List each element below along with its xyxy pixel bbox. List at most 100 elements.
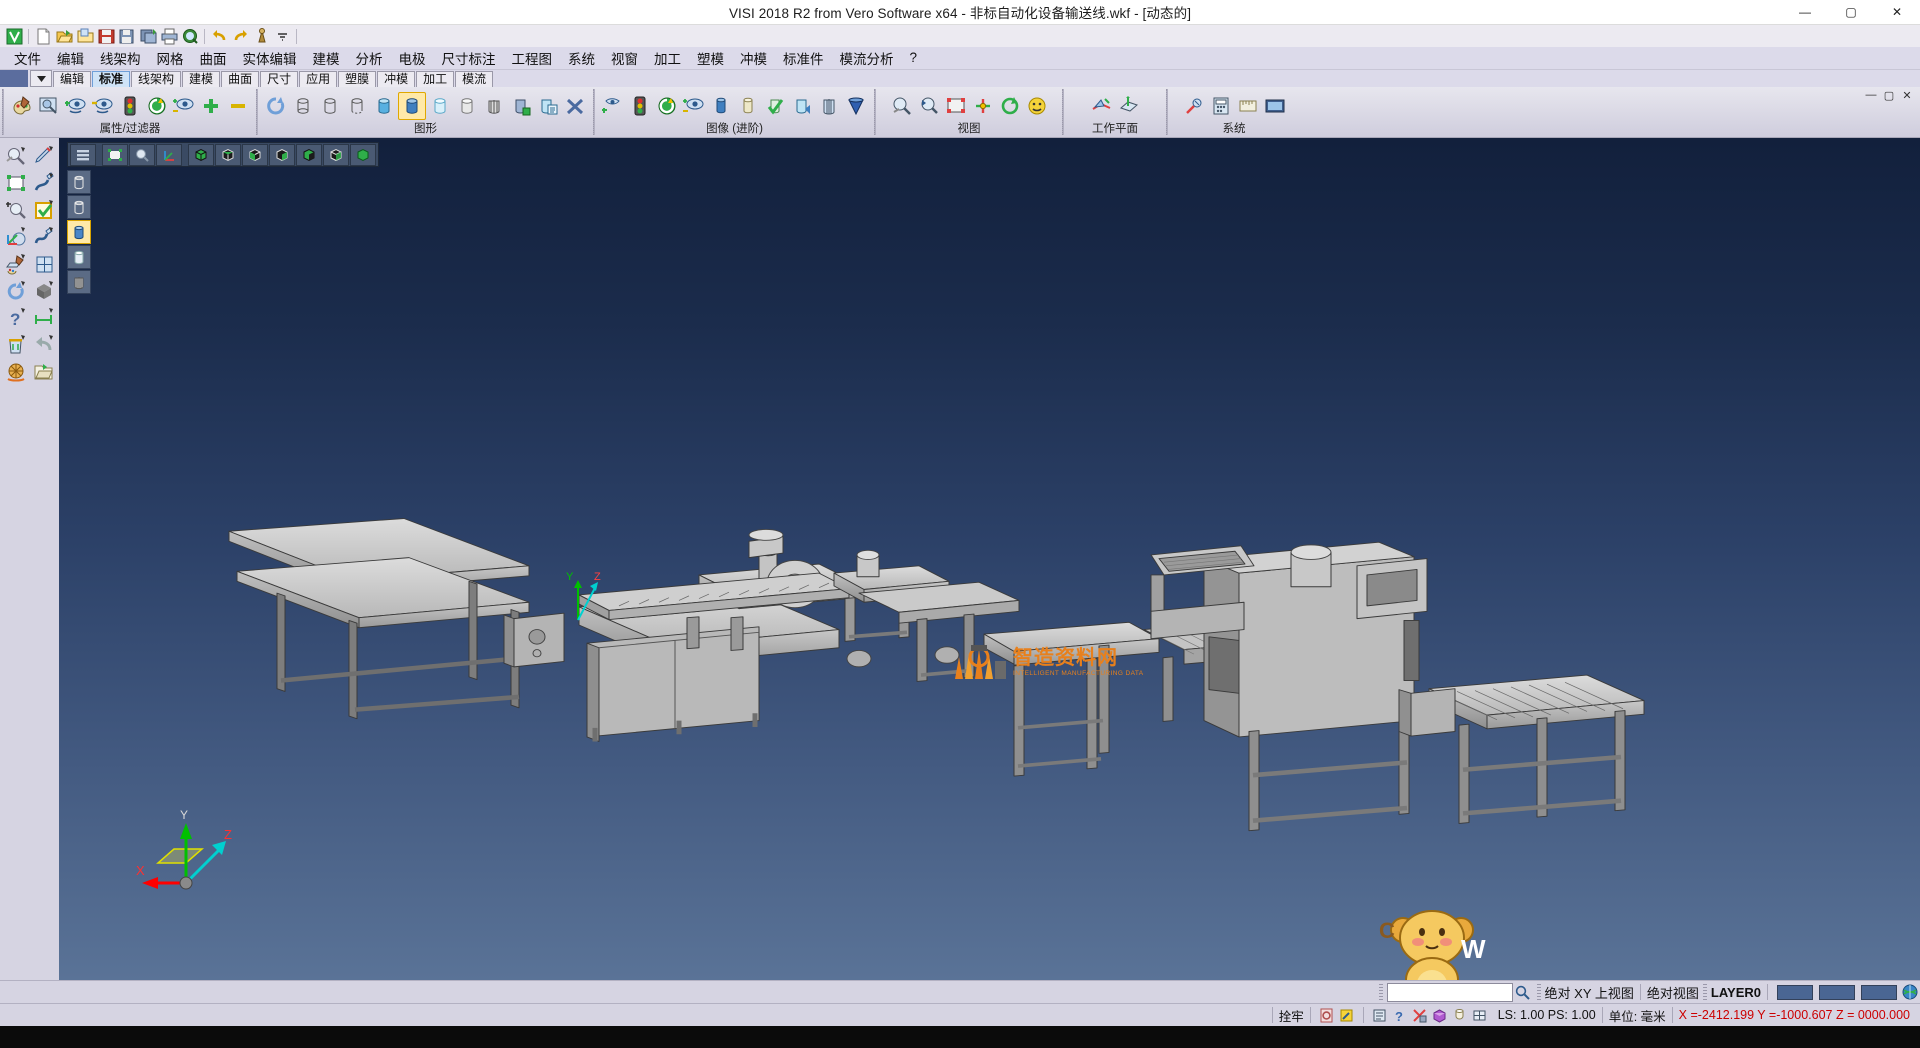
workplane-manage-icon[interactable] (1116, 93, 1142, 119)
workplane-define-icon[interactable] (1089, 93, 1115, 119)
hidden-line-icon[interactable] (317, 93, 343, 119)
shaded-edges-icon[interactable] (398, 92, 426, 120)
solid-cube-icon[interactable] (30, 277, 58, 304)
toggle-visibility-icon[interactable] (171, 93, 197, 119)
color-swatch-2[interactable] (1819, 985, 1855, 1000)
menu-machining[interactable]: 加工 (646, 47, 689, 70)
hidden-dashed-icon[interactable] (344, 93, 370, 119)
dynamic-view-icon[interactable] (1024, 93, 1050, 119)
save-as-icon[interactable] (117, 26, 137, 46)
view-left-icon[interactable] (296, 144, 322, 166)
color-palette-icon[interactable] (9, 93, 35, 119)
check-shade-icon[interactable] (762, 93, 788, 119)
render-quality-icon[interactable] (508, 93, 534, 119)
menu-standard-parts[interactable]: 标准件 (775, 47, 832, 70)
zoom-plus-icon[interactable] (2, 196, 30, 223)
help-question-icon[interactable]: ? (2, 304, 30, 331)
view-axis-icon[interactable] (156, 144, 182, 166)
silhouette-icon[interactable] (816, 93, 842, 119)
snap-arc-icon[interactable] (1450, 1006, 1470, 1024)
menu-system[interactable]: 系统 (560, 47, 603, 70)
zoom-previous-icon[interactable] (916, 93, 942, 119)
view-mode-label[interactable]: 绝对 XY 上视图 (1545, 983, 1634, 1002)
snap-intersect-icon[interactable] (1410, 1006, 1430, 1024)
tab-dimension[interactable]: 尺寸 (260, 71, 298, 87)
clear-shade-icon[interactable] (562, 93, 588, 119)
rotate-view-icon[interactable] (997, 93, 1023, 119)
tab-wireframe[interactable]: 线架构 (131, 71, 181, 87)
mdi-restore-button[interactable]: ▢ (1882, 89, 1896, 102)
perspective-icon[interactable] (843, 93, 869, 119)
measure-distance-icon[interactable] (30, 304, 58, 331)
menu-analysis[interactable]: 分析 (348, 47, 391, 70)
snap-solid-icon[interactable] (1430, 1006, 1450, 1024)
view-list-icon[interactable] (70, 144, 96, 166)
new-file-icon[interactable] (33, 26, 53, 46)
globe-icon[interactable] (1900, 983, 1920, 1001)
view-front-icon[interactable] (242, 144, 268, 166)
viewport-3d[interactable]: Y Z 智造资料网 INTE (59, 138, 1920, 980)
menu-edit[interactable]: 编辑 (49, 47, 92, 70)
open-folder-icon[interactable] (30, 358, 58, 385)
menu-plastic-mould[interactable]: 塑模 (689, 47, 732, 70)
tab-plastic[interactable]: 塑膜 (338, 71, 376, 87)
smooth-shading-icon[interactable] (600, 93, 626, 119)
boundary-box-icon[interactable] (2, 169, 30, 196)
overflow-chevron-icon[interactable] (272, 26, 292, 46)
menu-press-tool[interactable]: 冲模 (732, 47, 775, 70)
view-top-icon[interactable] (215, 144, 241, 166)
pan-icon[interactable] (970, 93, 996, 119)
view-iso-icon[interactable] (188, 144, 214, 166)
layer-cyl-2-icon[interactable] (67, 195, 91, 219)
undo-arrow-icon[interactable] (30, 331, 58, 358)
view-fit-icon[interactable] (102, 144, 128, 166)
search-icon[interactable] (1513, 983, 1533, 1001)
menu-electrode[interactable]: 电极 (391, 47, 434, 70)
tab-press[interactable]: 冲模 (377, 71, 415, 87)
minimize-button[interactable]: — (1782, 0, 1828, 24)
redo-icon[interactable] (230, 26, 250, 46)
section-view-icon[interactable] (481, 93, 507, 119)
open-file-icon[interactable] (54, 26, 74, 46)
units-icon[interactable] (1235, 93, 1261, 119)
color-attributes-icon[interactable] (2, 250, 30, 277)
open-recent-icon[interactable] (75, 26, 95, 46)
menu-file[interactable]: 文件 (6, 47, 49, 70)
view-right-icon[interactable] (269, 144, 295, 166)
redraw-blue-icon[interactable] (2, 277, 30, 304)
remove-visible-icon[interactable] (225, 93, 251, 119)
mdi-minimize-button[interactable]: — (1864, 89, 1878, 102)
material-yellow-icon[interactable] (735, 93, 761, 119)
view-zoom-icon[interactable] (129, 144, 155, 166)
color-swatch-3[interactable] (1861, 985, 1897, 1000)
undo-icon[interactable] (209, 26, 229, 46)
delete-trash-icon[interactable] (2, 331, 30, 358)
workplane-axis-icon[interactable] (2, 223, 30, 250)
menu-mesh[interactable]: 网格 (149, 47, 192, 70)
refresh-advanced-icon[interactable] (654, 93, 680, 119)
layer-cyl-3-icon[interactable] (67, 220, 91, 244)
menu-modeling[interactable]: 建模 (305, 47, 348, 70)
view-back-icon[interactable] (323, 144, 349, 166)
draw-spline-icon[interactable] (30, 223, 58, 250)
toggle-advanced-icon[interactable] (681, 93, 707, 119)
snap-point-icon[interactable] (1370, 1006, 1390, 1024)
confirm-check-icon[interactable] (30, 196, 58, 223)
menu-dimension[interactable]: 尺寸标注 (434, 47, 504, 70)
redraw-icon[interactable] (263, 93, 289, 119)
snap-grid-icon[interactable] (1317, 1006, 1337, 1024)
add-visible-icon[interactable] (198, 93, 224, 119)
search-input[interactable] (1387, 983, 1513, 1002)
menu-flow-analysis[interactable]: 模流分析 (832, 47, 902, 70)
tab-edit[interactable]: 编辑 (53, 71, 91, 87)
system-config-icon[interactable] (1181, 93, 1207, 119)
print-preview-icon[interactable] (180, 26, 200, 46)
grid-plane-icon[interactable] (30, 250, 58, 277)
snap-magnet-icon[interactable] (1337, 1006, 1357, 1024)
transparent-icon[interactable] (427, 93, 453, 119)
snap-face-icon[interactable] (1470, 1006, 1490, 1024)
tab-modeling[interactable]: 建模 (182, 71, 220, 87)
color-swatch-1[interactable] (1777, 985, 1813, 1000)
tab-machining[interactable]: 加工 (416, 71, 454, 87)
fit-view-icon[interactable] (943, 93, 969, 119)
